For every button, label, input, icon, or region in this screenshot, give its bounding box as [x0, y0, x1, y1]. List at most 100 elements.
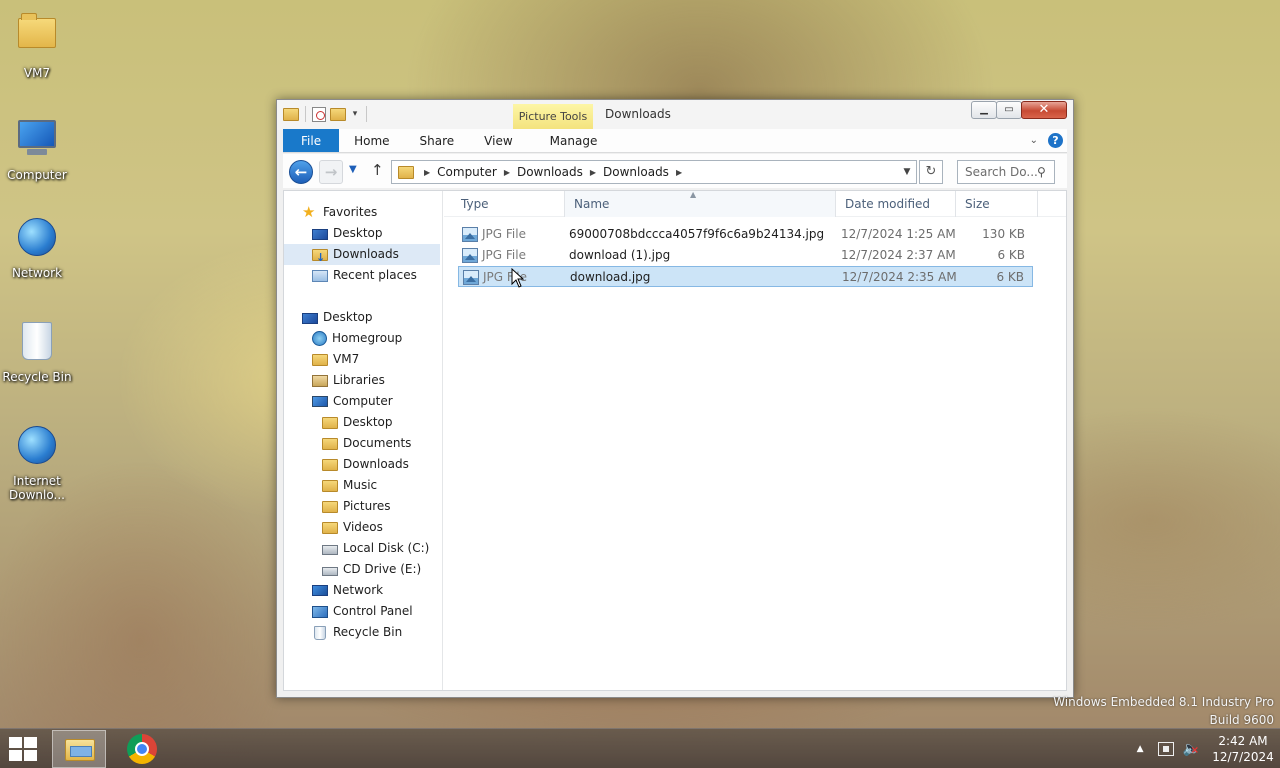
- nav-favorites-desktop[interactable]: Desktop: [312, 223, 462, 244]
- nav-vm7[interactable]: VM7: [312, 349, 462, 370]
- show-hidden-icons-chevron-icon[interactable]: ▲: [1137, 744, 1144, 754]
- tab-home[interactable]: Home: [339, 129, 404, 152]
- breadcrumb-downloads-current[interactable]: Downloads: [603, 165, 669, 179]
- minimize-button[interactable]: ▁: [971, 101, 997, 119]
- up-arrow-icon[interactable]: ↑: [371, 161, 384, 179]
- file-type-cell: JPG File: [462, 224, 526, 245]
- file-list[interactable]: Type ▲ Name Date modified Size JPG File …: [444, 190, 1066, 690]
- column-label: Type: [461, 197, 489, 211]
- nav-computer[interactable]: Computer: [312, 391, 462, 412]
- content-area: Favorites Desktop Downloads Recent place…: [283, 190, 1067, 691]
- nav-libraries[interactable]: Libraries: [312, 370, 462, 391]
- file-date-modified: 12/7/2024 2:35 AM: [842, 270, 957, 284]
- file-row[interactable]: JPG File 69000708bdccca4057f9f6c6a9b2413…: [458, 224, 1033, 245]
- navigation-pane[interactable]: Favorites Desktop Downloads Recent place…: [284, 191, 443, 690]
- network-icon: [15, 218, 59, 262]
- address-bar[interactable]: ▶ Computer ▶ Downloads ▶ Downloads ▶ ▼: [391, 160, 917, 184]
- quick-access-toolbar: ▾: [283, 106, 369, 122]
- nav-desktop[interactable]: Desktop: [302, 307, 452, 328]
- taskbar-file-explorer[interactable]: [52, 730, 106, 768]
- help-icon[interactable]: ?: [1048, 133, 1063, 148]
- desktop-icon-label: Network: [11, 266, 63, 280]
- file-size: 6 KB: [997, 248, 1025, 262]
- tab-manage[interactable]: Manage: [528, 129, 620, 152]
- image-file-icon: [462, 227, 478, 242]
- breadcrumb-arrow-icon[interactable]: ▶: [590, 168, 596, 177]
- nav-recent-places[interactable]: Recent places: [312, 265, 462, 286]
- file-name: 69000708bdccca4057f9f6c6a9b24134.jpg: [569, 227, 825, 241]
- volume-muted-icon[interactable]: 🔈 ×: [1183, 741, 1200, 757]
- maximize-icon: ▭: [1004, 104, 1014, 115]
- refresh-button[interactable]: ↻: [919, 160, 943, 184]
- breadcrumb-arrow-icon[interactable]: ▶: [676, 168, 682, 177]
- taskbar-chrome[interactable]: [116, 730, 170, 768]
- clock[interactable]: 2:42 AM 12/7/2024: [1208, 733, 1278, 765]
- file-type: JPG File: [482, 248, 526, 262]
- title-bar[interactable]: ▾ Picture Tools Downloads ▁ ▭ ✕: [277, 100, 1073, 130]
- refresh-icon: ↻: [925, 164, 937, 179]
- column-header-date-modified[interactable]: Date modified: [836, 191, 956, 217]
- file-date-modified: 12/7/2024 2:37 AM: [841, 248, 956, 262]
- customize-qat-chevron-icon[interactable]: ▾: [350, 109, 360, 119]
- file-date-modified: 12/7/2024 1:25 AM: [841, 227, 956, 241]
- desktop-icon-recycle-bin[interactable]: Recycle Bin: [1, 320, 73, 384]
- nav-favorites[interactable]: Favorites: [302, 202, 452, 223]
- network-status-icon[interactable]: [1157, 742, 1174, 756]
- recent-locations-chevron-icon[interactable]: ▼: [349, 164, 357, 175]
- explorer-window: ▾ Picture Tools Downloads ▁ ▭ ✕ File Hom…: [276, 99, 1074, 698]
- watermark-edition: Windows Embedded 8.1 Industry Pro: [1053, 695, 1274, 709]
- nav-item-label: Downloads: [343, 457, 409, 471]
- column-header-name[interactable]: ▲ Name: [565, 190, 836, 217]
- clock-time: 2:42 AM: [1218, 734, 1268, 748]
- breadcrumb-arrow-icon[interactable]: ▶: [504, 168, 510, 177]
- desktop-icon-internet-download-manager[interactable]: Internet Downlo...: [1, 424, 73, 502]
- breadcrumb-arrow-icon[interactable]: ▶: [424, 168, 430, 177]
- folder-icon: [322, 458, 338, 471]
- desktop-icon: [302, 312, 318, 324]
- expand-ribbon-chevron-icon[interactable]: ⌄: [1030, 135, 1038, 146]
- control-panel-icon: [312, 605, 328, 618]
- desktop-icon-computer[interactable]: Computer: [1, 116, 73, 182]
- forward-button[interactable]: →: [319, 160, 343, 184]
- desktop-icon-network[interactable]: Network: [1, 216, 73, 280]
- close-button[interactable]: ✕: [1021, 101, 1067, 119]
- start-button[interactable]: [9, 737, 39, 763]
- desktop-icon: [312, 228, 328, 240]
- column-header-type[interactable]: Type: [452, 191, 565, 217]
- nav-item-label: Downloads: [333, 247, 399, 261]
- tab-share[interactable]: Share: [405, 129, 470, 152]
- nav-favorites-downloads[interactable]: Downloads: [284, 244, 440, 268]
- nav-item-label: Music: [343, 478, 378, 492]
- file-name: download (1).jpg: [569, 248, 671, 262]
- nav-homegroup[interactable]: Homegroup: [312, 328, 462, 349]
- nav-control-panel[interactable]: Control Panel: [312, 601, 462, 622]
- maximize-button[interactable]: ▭: [996, 101, 1022, 119]
- nav-item-label: Recent places: [333, 268, 417, 282]
- breadcrumb-computer[interactable]: Computer: [437, 165, 497, 179]
- back-button[interactable]: ←: [289, 160, 313, 184]
- file-row[interactable]: JPG File download (1).jpg 12/7/2024 2:37…: [458, 245, 1033, 266]
- nav-recycle-bin[interactable]: Recycle Bin: [312, 622, 462, 643]
- watermark-build: Build 9600: [1209, 713, 1274, 727]
- search-icon[interactable]: ⚲: [1037, 165, 1046, 179]
- folder-icon: [322, 416, 338, 429]
- properties-icon[interactable]: [312, 106, 326, 122]
- search-input[interactable]: [965, 165, 1037, 179]
- column-label: Date modified: [845, 197, 931, 211]
- computer-icon: [312, 396, 328, 407]
- desktop-icon-vm7[interactable]: VM7: [1, 10, 73, 80]
- chrome-icon: [127, 734, 157, 764]
- new-folder-icon[interactable]: [330, 107, 346, 121]
- address-dropdown-chevron-icon[interactable]: ▼: [898, 167, 916, 177]
- network-icon: [312, 585, 328, 596]
- file-size: 6 KB: [996, 270, 1024, 284]
- breadcrumb-downloads[interactable]: Downloads: [517, 165, 583, 179]
- file-row-selected[interactable]: JPG File download.jpg 12/7/2024 2:35 AM …: [458, 266, 1033, 287]
- tab-view[interactable]: View: [469, 129, 527, 152]
- column-header-size[interactable]: Size: [956, 191, 1038, 217]
- picture-tools-tab-group: Picture Tools: [513, 104, 593, 130]
- windows-logo-icon: [9, 750, 22, 761]
- tab-file[interactable]: File: [283, 129, 340, 152]
- search-box[interactable]: ⚲: [957, 160, 1055, 184]
- nav-network[interactable]: Network: [312, 580, 462, 601]
